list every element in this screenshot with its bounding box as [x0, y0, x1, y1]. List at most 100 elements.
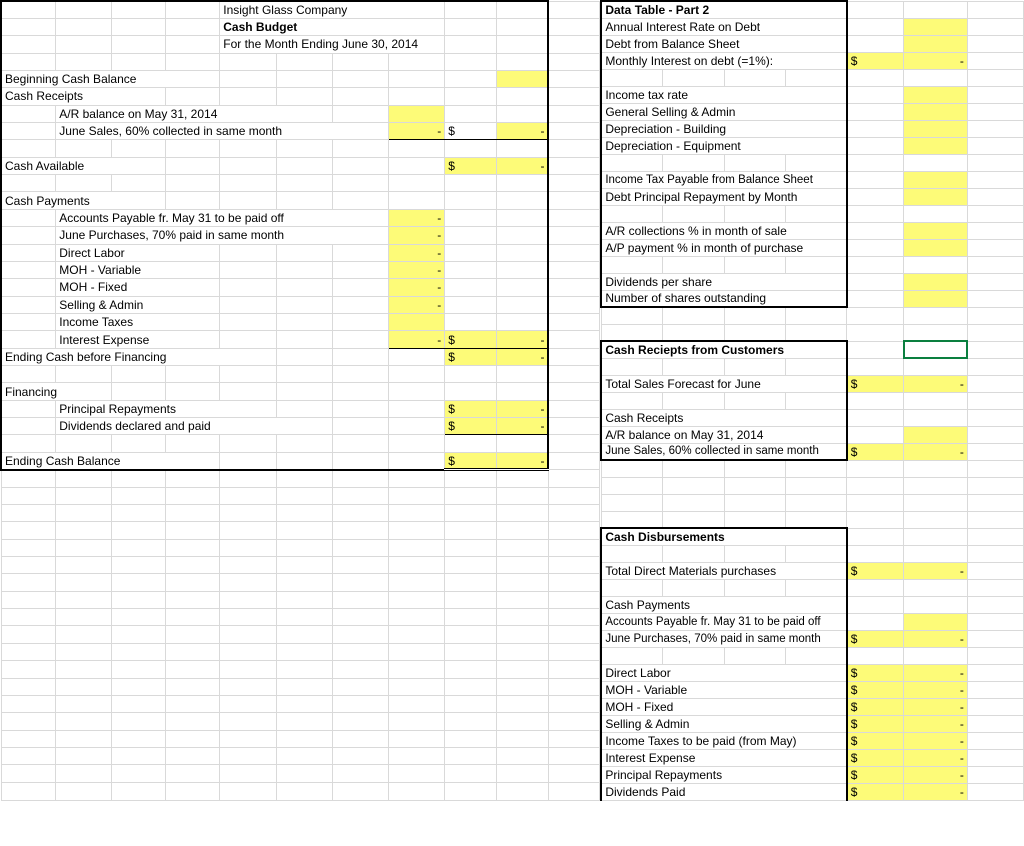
row-income-tax: Income Taxes — [56, 313, 220, 330]
row-dps: Dividends per share — [601, 273, 846, 290]
crfc-title: Cash Reciepts from Customers — [601, 341, 846, 358]
row-dep-b: Depreciation - Building — [601, 120, 846, 137]
cd-title: Cash Disbursements — [601, 528, 846, 545]
dprm-val[interactable] — [904, 188, 968, 205]
moh-f-amount[interactable]: - — [388, 279, 444, 296]
row-cash-payments: Cash Payments — [1, 192, 166, 209]
row-begin-cash: Beginning Cash Balance — [1, 70, 220, 87]
dl-r-val[interactable]: - — [904, 664, 968, 681]
moh-v-r-val[interactable]: - — [904, 681, 968, 698]
row-june70: June Purchases, 70% paid in same month — [56, 227, 389, 244]
row-dl-r: Direct Labor — [601, 664, 846, 681]
row-ar-may31-r: A/R balance on May 31, 2014 — [601, 426, 846, 443]
row-dep-e: Depreciation - Equipment — [601, 137, 846, 154]
tsf-val[interactable]: - — [904, 375, 968, 392]
itr-val[interactable] — [904, 86, 968, 103]
dollar: $ — [445, 452, 497, 469]
row-dbs: Debt from Balance Sheet — [601, 35, 846, 52]
company-name: Insight Glass Company — [220, 1, 445, 18]
row-cash-receipts: Cash Receipts — [1, 88, 166, 105]
row-divp-r: Dividends Paid — [601, 783, 846, 800]
dividends-amount[interactable]: - — [497, 418, 549, 435]
row-financing: Financing — [1, 383, 111, 400]
row-arc: A/R collections % in month of sale — [601, 222, 846, 239]
dbs-val[interactable] — [904, 35, 968, 52]
cash-available-amount[interactable]: - — [497, 157, 549, 174]
spreadsheet: Insight Glass Company Cash Budget For th… — [0, 0, 1024, 801]
gsa-val[interactable] — [904, 103, 968, 120]
june60-r-val[interactable]: - — [904, 443, 968, 460]
ap-may31-r-val[interactable] — [904, 613, 968, 630]
row-moh-v-r: MOH - Variable — [601, 681, 846, 698]
dollar: $ — [445, 400, 497, 417]
row-iexp-r: Interest Expense — [601, 749, 846, 766]
dollar: $ — [847, 783, 904, 800]
end-before-amount[interactable]: - — [497, 348, 549, 365]
row-sell-admin: Selling & Admin — [56, 296, 220, 313]
receipts-total[interactable]: - — [497, 123, 549, 140]
row-june60-r: June Sales, 60% collected in same month — [601, 443, 846, 460]
sa-amount[interactable]: - — [388, 296, 444, 313]
principal-amount[interactable]: - — [497, 400, 549, 417]
dollar: $ — [445, 331, 497, 348]
row-tdm: Total Direct Materials purchases — [601, 562, 846, 579]
nso-val[interactable] — [904, 290, 968, 307]
divp-r-val[interactable]: - — [904, 783, 968, 800]
row-direct-labor: Direct Labor — [56, 244, 220, 261]
row-moh-f: MOH - Fixed — [56, 279, 220, 296]
dps-val[interactable] — [904, 273, 968, 290]
dl-amount[interactable]: - — [388, 244, 444, 261]
dollar: $ — [445, 418, 497, 435]
selected-cell[interactable] — [904, 341, 968, 358]
dollar: $ — [445, 157, 497, 174]
june70-amount[interactable]: - — [388, 227, 444, 244]
dt2-title: Data Table - Part 2 — [601, 1, 846, 18]
row-cash-available: Cash Available — [1, 157, 166, 174]
dollar: $ — [445, 348, 497, 365]
row-principal: Principal Repayments — [56, 400, 276, 417]
row-cp: Cash Payments — [601, 596, 846, 613]
row-itr: Income tax rate — [601, 86, 846, 103]
cash-budget-table[interactable]: Insight Glass Company Cash Budget For th… — [0, 0, 600, 801]
end-bal-amount[interactable]: - — [497, 452, 549, 469]
dollar: $ — [445, 123, 497, 140]
row-prin-r: Principal Repayments — [601, 766, 846, 783]
dollar: $ — [847, 732, 904, 749]
june70-r-val[interactable]: - — [904, 630, 968, 647]
row-itp: Income Tax Payable from Balance Sheet — [601, 171, 846, 188]
dep-b-val[interactable] — [904, 120, 968, 137]
arc-val[interactable] — [904, 222, 968, 239]
iexp-amount[interactable]: - — [388, 331, 444, 348]
dollar: $ — [847, 664, 904, 681]
payments-total[interactable]: - — [497, 331, 549, 348]
ar-may31-r-val[interactable] — [904, 426, 968, 443]
row-airod: Annual Interest Rate on Debt — [601, 18, 846, 35]
data-table-part2[interactable]: Data Table - Part 2 Annual Interest Rate… — [600, 0, 1024, 801]
tdm-val[interactable]: - — [904, 562, 968, 579]
dollar: $ — [847, 715, 904, 732]
row-itmay: Income Taxes to be paid (from May) — [601, 732, 846, 749]
moh-v-amount[interactable]: - — [388, 261, 444, 278]
itp-val[interactable] — [904, 171, 968, 188]
app-val[interactable] — [904, 239, 968, 256]
row-interest-exp: Interest Expense — [56, 331, 220, 348]
title: Cash Budget — [220, 18, 445, 35]
ar-may31-amount[interactable] — [388, 105, 444, 122]
moh-f-r-val[interactable]: - — [904, 698, 968, 715]
dollar: $ — [847, 375, 904, 392]
ap-may31-amount[interactable]: - — [388, 209, 444, 226]
itax-amount[interactable] — [388, 313, 444, 330]
prin-r-val[interactable]: - — [904, 766, 968, 783]
dollar: $ — [847, 681, 904, 698]
airod-val[interactable] — [904, 18, 968, 35]
mio-val[interactable]: - — [904, 52, 968, 69]
itmay-val[interactable]: - — [904, 732, 968, 749]
june60-amount[interactable]: - — [388, 123, 444, 140]
begin-cash-amount[interactable] — [497, 70, 549, 87]
row-app: A/P payment % in month of purchase — [601, 239, 846, 256]
row-june70-r: June Purchases, 70% paid in same month — [601, 630, 846, 647]
dep-e-val[interactable] — [904, 137, 968, 154]
sa-r-val[interactable]: - — [904, 715, 968, 732]
iexp-r-val[interactable]: - — [904, 749, 968, 766]
dollar: $ — [847, 562, 904, 579]
